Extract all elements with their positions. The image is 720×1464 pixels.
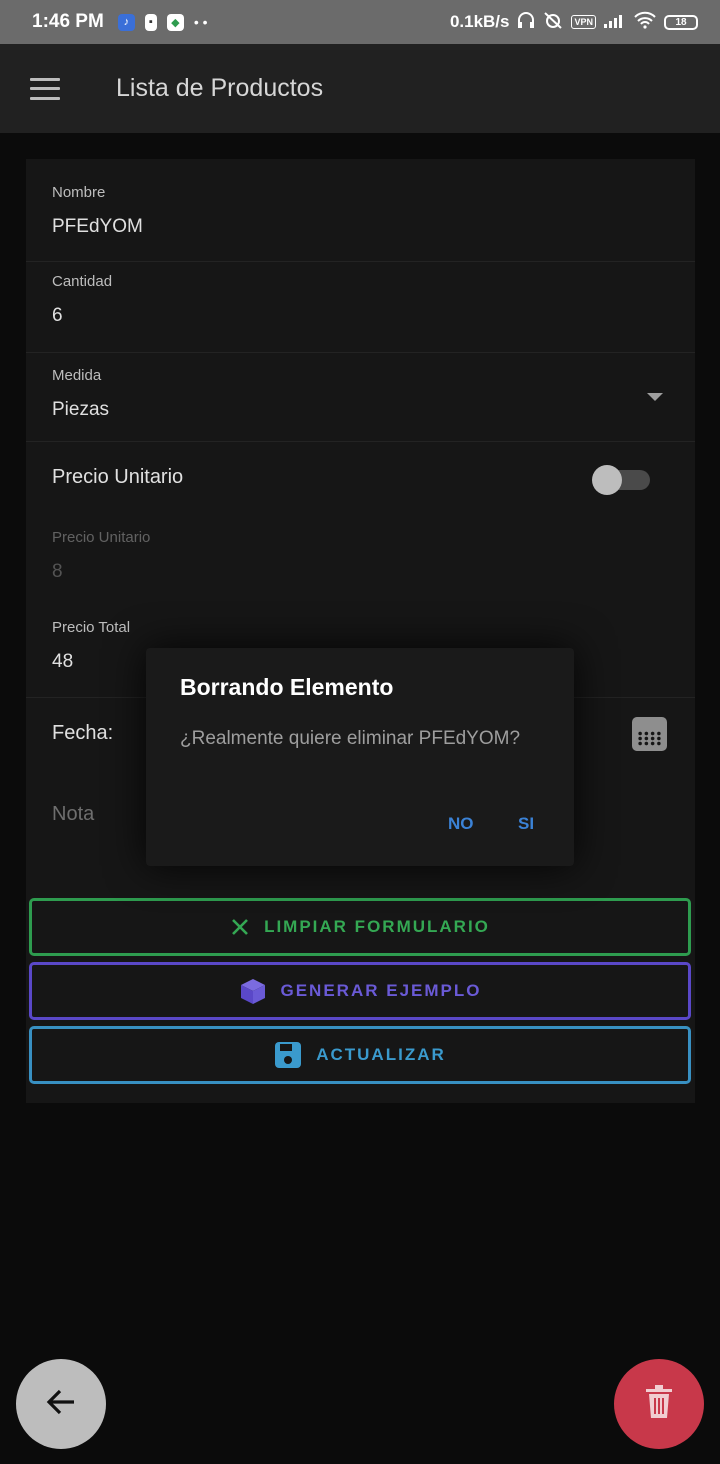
app-bar: Lista de Productos [0, 44, 720, 133]
alarm-off-icon [543, 11, 563, 34]
dialog-message: ¿Realmente quiere eliminar PFEdYOM? [180, 728, 521, 749]
delete-fab[interactable] [614, 1359, 704, 1449]
status-bar: 1:46 PM ♪ ▪ ◆ • • 0.1kB/s VPN 18 [0, 0, 720, 44]
calendar-icon[interactable] [632, 717, 667, 751]
fecha-label: Fecha: [52, 722, 114, 744]
precio-unitario-value: 8 [52, 561, 63, 582]
cantidad-field[interactable]: Cantidad 6 [26, 262, 695, 352]
update-label: ACTUALIZAR [316, 1045, 446, 1064]
cube-icon [239, 977, 267, 1005]
vpn-icon: VPN [571, 15, 596, 29]
close-icon [230, 917, 250, 937]
switch-thumb[interactable] [592, 465, 622, 495]
cantidad-label: Cantidad [52, 273, 113, 290]
cantidad-value[interactable]: 6 [52, 305, 63, 327]
precio-total-value[interactable]: 48 [52, 651, 73, 673]
precio-unitario-switch[interactable] [592, 465, 650, 495]
headphones-icon [517, 11, 535, 34]
save-icon [274, 1041, 302, 1069]
battery-icon: 18 [664, 14, 698, 30]
medida-select[interactable]: Medida Piezas [26, 353, 695, 441]
nota-placeholder[interactable]: Nota [52, 803, 94, 826]
nombre-label: Nombre [52, 184, 106, 201]
nombre-field[interactable]: Nombre PFEdYOM [26, 159, 695, 261]
status-right: 0.1kB/s VPN 18 [450, 11, 698, 34]
medida-label: Medida [52, 367, 102, 384]
clear-form-label: LIMPIAR FORMULARIO [264, 917, 490, 936]
dialog-si-button[interactable]: SI [518, 814, 534, 834]
arrow-left-icon [45, 1387, 77, 1422]
status-notification-icons: ♪ ▪ ◆ • • [117, 13, 208, 31]
back-fab[interactable] [16, 1359, 106, 1449]
precio-unitario-field: Precio Unitario 8 [26, 519, 695, 604]
generate-example-button[interactable]: GENERAR EJEMPLO [29, 962, 691, 1020]
confirm-delete-dialog: Borrando Elemento ¿Realmente quiere elim… [146, 648, 574, 866]
clear-form-button[interactable]: LIMPIAR FORMULARIO [29, 898, 691, 956]
calendar-grid [637, 731, 662, 746]
update-button[interactable]: ACTUALIZAR [29, 1026, 691, 1084]
chevron-down-icon[interactable] [647, 393, 663, 401]
wifi-icon [634, 11, 656, 34]
signal-icon [604, 12, 626, 33]
music-app-icon: ♪ [117, 13, 135, 31]
status-time: 1:46 PM [32, 11, 104, 32]
shield-app-icon: ◆ [166, 13, 184, 31]
page-title: Lista de Productos [116, 74, 324, 102]
network-speed: 0.1kB/s [449, 12, 510, 31]
phone-app-icon: ▪ [144, 13, 157, 31]
trash-icon [644, 1384, 674, 1425]
dialog-title: Borrando Elemento [180, 674, 394, 700]
product-form: Nombre PFEdYOM Cantidad 6 Medida Piezas … [26, 159, 695, 1103]
precio-unitario-label: Precio Unitario [52, 529, 151, 546]
more-notifications-icon: • • [193, 14, 208, 30]
precio-toggle-label: Precio Unitario [52, 466, 184, 488]
hamburger-icon[interactable] [30, 77, 60, 100]
medida-value[interactable]: Piezas [52, 399, 109, 421]
generate-example-label: GENERAR EJEMPLO [280, 981, 482, 1000]
dialog-no-button[interactable]: NO [448, 814, 474, 834]
nombre-value[interactable]: PFEdYOM [52, 216, 143, 238]
precio-total-label: Precio Total [52, 619, 131, 636]
